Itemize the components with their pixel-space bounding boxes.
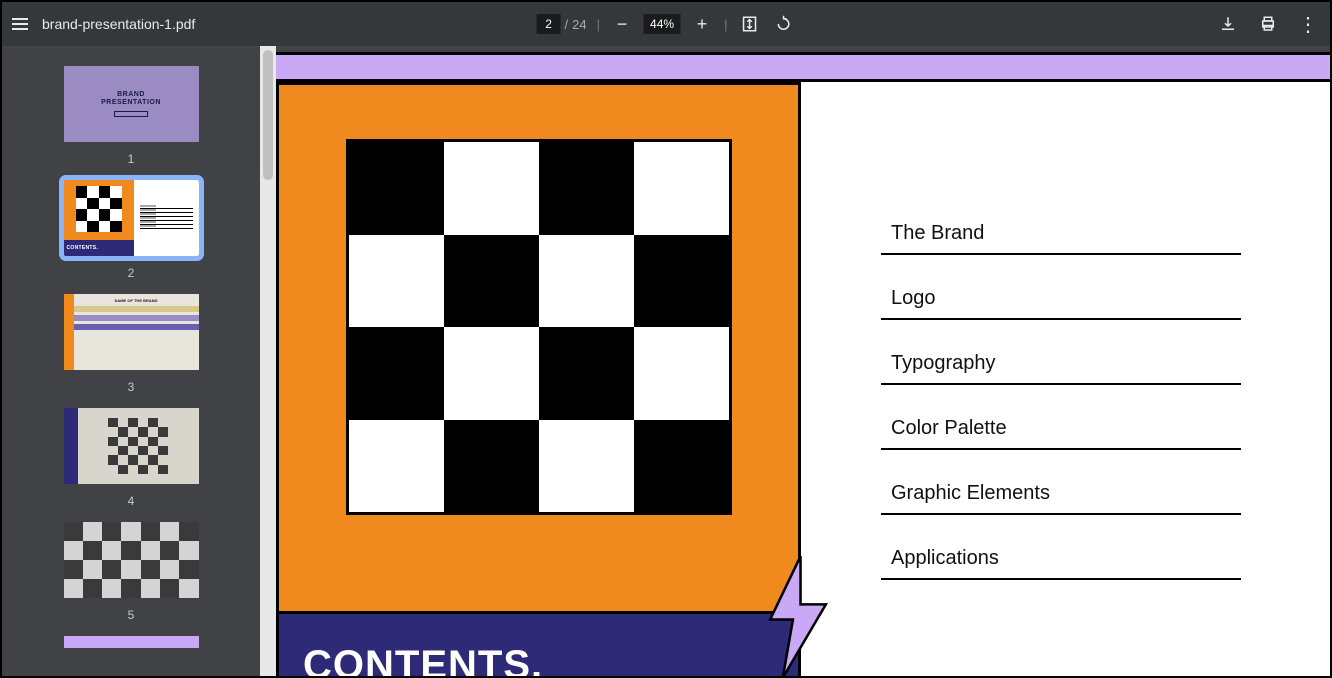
scrollbar[interactable]	[260, 46, 276, 676]
thumbnail[interactable]: 5	[2, 522, 260, 622]
thumbnail[interactable]: CONTENTS. 2	[2, 180, 260, 280]
thumbnail-number: 2	[128, 266, 135, 280]
page-indicator: 2 / 24	[537, 14, 587, 34]
total-pages: 24	[572, 17, 586, 32]
toc-item[interactable]: Color Palette	[881, 417, 1270, 450]
divider: |	[724, 17, 727, 32]
contents-bar: CONTENTS.	[276, 611, 801, 676]
page-separator: /	[565, 17, 569, 32]
fit-page-icon	[740, 15, 758, 33]
thumb-text: BRAND	[117, 91, 145, 98]
thumb-text: PRESENTATION	[101, 99, 161, 106]
scroll-thumb[interactable]	[263, 50, 273, 180]
toc-underline	[881, 318, 1241, 320]
checker-icon	[108, 418, 168, 474]
toc-label: The Brand	[881, 222, 1270, 245]
menu-icon[interactable]	[12, 18, 28, 30]
thumbnail-preview	[64, 636, 199, 648]
thumb-box	[114, 111, 148, 117]
toc-underline	[881, 578, 1241, 580]
thumb-contents-bar: CONTENTS.	[64, 240, 134, 256]
toc-item[interactable]: Logo	[881, 287, 1270, 320]
page-viewer[interactable]: CONTENTS. The Brand Logo Typography Colo…	[276, 46, 1330, 676]
toc-underline	[881, 448, 1241, 450]
thumbnail[interactable]: 4	[2, 408, 260, 508]
toolbar: brand-presentation-1.pdf 2 / 24 | − 44% …	[2, 2, 1330, 46]
fit-page-button[interactable]	[737, 12, 761, 36]
left-panel: CONTENTS.	[276, 82, 801, 676]
thumbnail[interactable]	[2, 636, 260, 648]
page-top-accent	[276, 52, 1330, 82]
thumbnail-preview-selected: CONTENTS.	[64, 180, 199, 256]
thumbnail-number: 4	[128, 494, 135, 508]
download-icon	[1219, 15, 1237, 33]
thumbnail[interactable]: NAME OF THE BRAND 3	[2, 294, 260, 394]
thumbnail[interactable]: BRANDPRESENTATION 1	[2, 66, 260, 166]
toc-item[interactable]: Graphic Elements	[881, 482, 1270, 515]
download-button[interactable]	[1216, 12, 1240, 36]
thumbnail-preview: NAME OF THE BRAND	[64, 294, 199, 370]
toc-item[interactable]: Applications	[881, 547, 1270, 580]
rotate-button[interactable]	[771, 12, 795, 36]
toc-label: Logo	[881, 287, 1270, 310]
thumbnail-sidebar[interactable]: BRANDPRESENTATION 1 CONTENTS.	[2, 46, 260, 676]
zoom-out-button[interactable]: −	[610, 12, 634, 36]
thumbnail-number: 5	[128, 608, 135, 622]
toc-label: Typography	[881, 352, 1270, 375]
page-content: CONTENTS. The Brand Logo Typography Colo…	[276, 46, 1330, 676]
zoom-in-button[interactable]: +	[690, 12, 714, 36]
toc-underline	[881, 513, 1241, 515]
thumbnail-number: 1	[128, 152, 135, 166]
thumbnail-preview	[64, 408, 199, 484]
filename-label: brand-presentation-1.pdf	[42, 16, 195, 32]
page-input[interactable]: 2	[537, 14, 561, 34]
toc-label: Color Palette	[881, 417, 1270, 440]
thumbnail-number: 3	[128, 380, 135, 394]
lightning-bolt-icon	[760, 552, 836, 676]
rotate-icon	[774, 15, 792, 33]
print-icon	[1259, 15, 1277, 33]
toc-underline	[881, 383, 1241, 385]
pdf-viewer-app: brand-presentation-1.pdf 2 / 24 | − 44% …	[2, 2, 1330, 676]
more-button[interactable]: ⋮	[1296, 12, 1320, 36]
thumbnail-preview: BRANDPRESENTATION	[64, 66, 199, 142]
toc-label: Applications	[881, 547, 1270, 570]
zoom-value[interactable]: 44%	[644, 14, 680, 34]
toc-panel: The Brand Logo Typography Color Palette …	[801, 82, 1330, 672]
toc-underline	[881, 253, 1241, 255]
checker-icon	[76, 186, 122, 232]
toc-item[interactable]: Typography	[881, 352, 1270, 385]
contents-title: CONTENTS.	[303, 643, 543, 677]
toc-item[interactable]: The Brand	[881, 222, 1270, 255]
thumb-text: NAME OF THE BRAND	[114, 298, 157, 303]
divider: |	[597, 17, 600, 32]
print-button[interactable]	[1256, 12, 1280, 36]
toc-label: Graphic Elements	[881, 482, 1270, 505]
thumbnail-preview	[64, 522, 199, 598]
checker-graphic	[346, 139, 732, 515]
checker-icon	[64, 522, 199, 598]
